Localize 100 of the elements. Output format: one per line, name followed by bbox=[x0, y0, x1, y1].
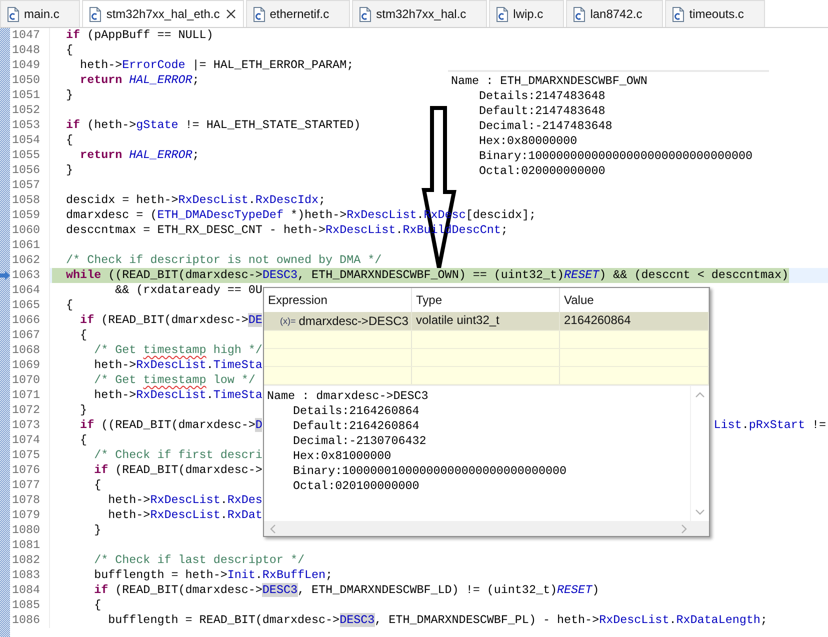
editor-tab[interactable]: stm32h7xx_hal_eth.c bbox=[82, 0, 244, 27]
code-line: heth->ErrorCode |= HAL_ETH_ERROR_PARAM; bbox=[79, 58, 354, 73]
line-number: 1059 bbox=[10, 208, 50, 223]
c-file-icon bbox=[496, 6, 508, 22]
watch-row[interactable]: (x)= dmarxdesc->DESC3 volatile uint32_t 2164260864 bbox=[264, 312, 709, 331]
line-number: 1076 bbox=[10, 463, 50, 478]
hover-detail: Decimal:-2147483648 bbox=[478, 119, 614, 134]
hover-detail: Octal:020000000000 bbox=[478, 164, 606, 179]
instruction-pointer-icon bbox=[0, 271, 10, 280]
editor-tab[interactable]: timeouts.c bbox=[665, 0, 765, 27]
details-line: Default:2164260864 bbox=[292, 419, 420, 434]
line-number: 1075 bbox=[10, 448, 50, 463]
code-line: { bbox=[93, 478, 102, 493]
line-number: 1054 bbox=[10, 133, 50, 148]
line-number: 1062 bbox=[10, 253, 50, 268]
code-line: if (READ_BIT(dmarxdesc->DESC3, ETH_DMARXNDESCWBF_LD) != (uint32_t)RESET) bbox=[93, 583, 600, 598]
editor-tab[interactable]: lan8742.c bbox=[566, 0, 664, 27]
line-number: 1050 bbox=[10, 73, 50, 88]
line-number: 1065 bbox=[10, 298, 50, 313]
details-title: Name : dmarxdesc->DESC3 bbox=[267, 389, 430, 404]
scroll-right-icon[interactable] bbox=[681, 524, 687, 534]
c-file-icon bbox=[573, 6, 586, 22]
hover-detail: Binary:10000000000000000000000000000000 bbox=[478, 149, 754, 164]
code-line: if ((READ_BIT(dmarxdesc->D bbox=[79, 418, 262, 433]
details-line: Octal:020100000000 bbox=[292, 479, 420, 494]
line-number: 1055 bbox=[10, 148, 50, 163]
code-line: heth->RxDescList.RxDes bbox=[107, 493, 262, 508]
hover-detail: Details:2147483648 bbox=[478, 89, 606, 104]
code-line: { bbox=[65, 298, 74, 313]
editor-tab[interactable]: main.c bbox=[0, 0, 80, 27]
line-number: 1056 bbox=[10, 163, 50, 178]
code-line: /* Get timestamp high */ bbox=[93, 343, 262, 358]
c-file-icon bbox=[359, 6, 372, 22]
line-number: 1081 bbox=[10, 538, 50, 553]
code-line: && (rxdataready == 0U bbox=[114, 283, 262, 298]
details-line: Decimal:-2130706432 bbox=[292, 434, 428, 449]
line-number: 1083 bbox=[10, 568, 50, 583]
line-number: 1047 bbox=[10, 28, 50, 43]
line-number: 1068 bbox=[10, 343, 50, 358]
line-number: 1049 bbox=[10, 58, 50, 73]
code-line: heth->RxDescList.RxDat bbox=[107, 508, 262, 523]
line-number: 1058 bbox=[10, 193, 50, 208]
line-number: 1073 bbox=[10, 418, 50, 433]
line-number: 1079 bbox=[10, 508, 50, 523]
line-number: 1051 bbox=[10, 88, 50, 103]
code-line: return HAL_ERROR; bbox=[79, 73, 200, 88]
editor-tab[interactable]: lwip.c bbox=[489, 0, 564, 27]
code-line: } bbox=[65, 88, 74, 103]
line-number: 1080 bbox=[10, 523, 50, 538]
scroll-left-icon[interactable] bbox=[270, 524, 276, 534]
code-line: } bbox=[93, 523, 102, 538]
line-number: 1071 bbox=[10, 388, 50, 403]
line-number: 1069 bbox=[10, 358, 50, 373]
code-line: /* Check if descriptor is not owned by DMA */ bbox=[65, 253, 382, 268]
code-line: } bbox=[79, 403, 88, 418]
variable-icon: (x)= bbox=[280, 312, 296, 330]
code-line: /* Get timestamp low */ bbox=[93, 373, 256, 388]
code-line: { bbox=[65, 133, 74, 148]
hover-detail: Default:2147483648 bbox=[478, 104, 606, 119]
line-number: 1085 bbox=[10, 598, 50, 613]
c-file-icon bbox=[89, 6, 102, 22]
line-number: 1078 bbox=[10, 493, 50, 508]
line-number: 1067 bbox=[10, 328, 50, 343]
line-number: 1057 bbox=[10, 178, 50, 193]
code-line: descidx = heth->RxDescList.RxDescIdx; bbox=[65, 193, 326, 208]
code-line: heth->RxDescList.TimeSta bbox=[93, 388, 262, 403]
line-number: 1070 bbox=[10, 373, 50, 388]
line-number: 1053 bbox=[10, 118, 50, 133]
code-line: } bbox=[65, 163, 74, 178]
code-line: /* Check if last descriptor */ bbox=[93, 553, 304, 568]
code-line: heth->RxDescList.TimeSta bbox=[93, 358, 262, 373]
line-number: 1064 bbox=[10, 283, 50, 298]
code-line: { bbox=[79, 328, 88, 343]
line-number: 1077 bbox=[10, 478, 50, 493]
editor-tab[interactable]: ethernetif.c bbox=[246, 0, 350, 27]
line-number: 1086 bbox=[10, 613, 50, 628]
code-line: /* Check if first descri bbox=[93, 448, 262, 463]
close-icon[interactable] bbox=[224, 8, 237, 20]
line-number: 1066 bbox=[10, 313, 50, 328]
line-number: 1072 bbox=[10, 403, 50, 418]
details-line: Hex:0x81000000 bbox=[292, 449, 392, 464]
scroll-down-icon[interactable] bbox=[695, 509, 705, 515]
line-number: 1074 bbox=[10, 433, 50, 448]
line-number: 1048 bbox=[10, 43, 50, 58]
code-line: if (READ_BIT(dmarxdesc-> bbox=[93, 463, 262, 478]
details-line: Binary:10000001000000000000000000000000 bbox=[292, 464, 568, 479]
expression-cell: dmarxdesc->DESC3 bbox=[298, 312, 408, 330]
editor-tab[interactable]: stm32h7xx_hal.c bbox=[352, 0, 488, 27]
code-line: if (pAppBuff == NULL) bbox=[65, 28, 214, 43]
c-file-icon bbox=[252, 6, 265, 22]
code-line: bufflength = READ_BIT(dmarxdesc->DESC3, ETH_DMARXNDESCWBF_PL) - heth->RxDescList.RxDataLength; bbox=[107, 613, 768, 628]
code-line: if (heth->gState != HAL_ETH_STATE_STARTED) bbox=[65, 118, 361, 133]
details-line: Details:2164260864 bbox=[292, 404, 420, 419]
c-file-icon bbox=[672, 6, 684, 22]
hover-title: Name : ETH_DMARXNDESCWBF_OWN bbox=[451, 74, 648, 89]
hover-detail: Hex:0x80000000 bbox=[478, 134, 578, 149]
code-line: { bbox=[93, 598, 102, 613]
code-line: { bbox=[65, 43, 74, 58]
scroll-up-icon[interactable] bbox=[695, 392, 705, 398]
line-number: 1061 bbox=[10, 238, 50, 253]
